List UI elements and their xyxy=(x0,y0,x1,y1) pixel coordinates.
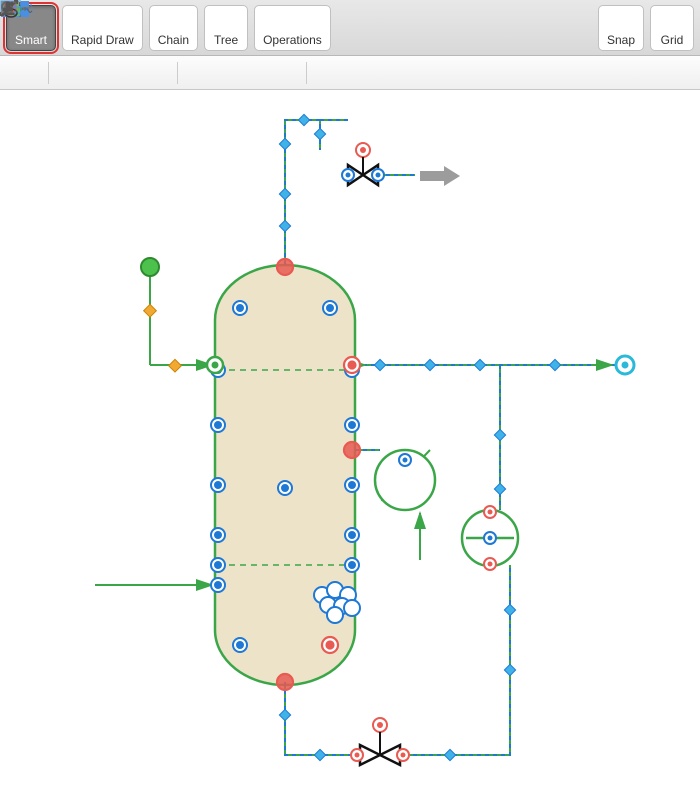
add-point-tool[interactable]: + xyxy=(224,60,260,86)
diagram-canvas[interactable] xyxy=(0,90,700,805)
operations-button[interactable]: ⌄ Operations xyxy=(254,5,331,51)
library-tool[interactable] xyxy=(313,60,349,86)
grid-label: Grid xyxy=(661,31,684,49)
rapid-draw-button[interactable]: Rapid Draw xyxy=(62,5,143,51)
curve-tool[interactable] xyxy=(95,60,131,86)
eyedropper-tool[interactable] xyxy=(658,60,694,86)
pan-tool[interactable] xyxy=(578,60,614,86)
chain-label: Chain xyxy=(158,31,189,49)
output-arrow[interactable] xyxy=(420,166,460,186)
svg-text:⌄: ⌄ xyxy=(26,5,34,16)
top-valve[interactable] xyxy=(342,143,384,185)
pump-1[interactable] xyxy=(375,450,435,510)
arrow-tool[interactable] xyxy=(6,60,42,86)
source-dot xyxy=(141,258,159,276)
chain-button[interactable]: Chain xyxy=(149,5,198,51)
bottom-valve[interactable] xyxy=(351,718,409,765)
edit-points-tool[interactable] xyxy=(184,60,220,86)
sub-toolbar: + × xyxy=(0,56,700,90)
zoom-tool[interactable] xyxy=(538,60,574,86)
snap-button[interactable]: Snap xyxy=(598,5,644,51)
stamp-tool[interactable] xyxy=(618,60,654,86)
pen-tool[interactable] xyxy=(135,60,171,86)
operations-label: Operations xyxy=(263,31,322,49)
pump-2[interactable] xyxy=(462,506,518,570)
divider xyxy=(48,62,49,84)
main-toolbar: Smart Rapid Draw Chain Tree ⌄ Operations… xyxy=(0,0,700,56)
diagram-svg xyxy=(0,90,700,805)
smart-label: Smart xyxy=(15,31,47,49)
tree-button[interactable]: Tree xyxy=(204,5,248,51)
grid-button[interactable]: Grid xyxy=(650,5,694,51)
rapid-draw-label: Rapid Draw xyxy=(71,31,134,49)
divider xyxy=(177,62,178,84)
divider xyxy=(306,62,307,84)
line-tool[interactable] xyxy=(55,60,91,86)
tree-label: Tree xyxy=(214,31,238,49)
snap-label: Snap xyxy=(607,31,635,49)
remove-point-tool[interactable]: × xyxy=(264,60,300,86)
